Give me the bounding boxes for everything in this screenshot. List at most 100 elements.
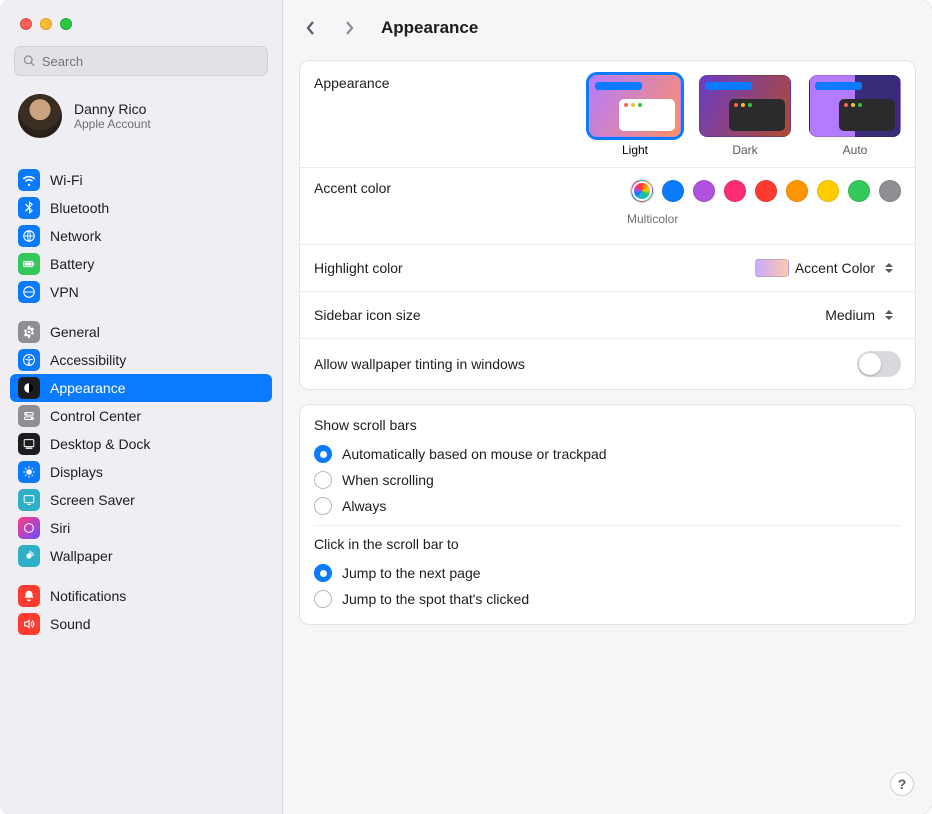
- sidebar-item-label: Appearance: [50, 380, 126, 396]
- forward-button[interactable]: [339, 18, 359, 38]
- wallpaper-tint-toggle[interactable]: [857, 351, 901, 377]
- scroll-bars-title: Show scroll bars: [314, 417, 901, 433]
- sidebar-item-general[interactable]: General: [10, 318, 272, 346]
- radio-label: Always: [342, 498, 386, 514]
- radio-label: Jump to the spot that's clicked: [342, 591, 529, 607]
- sidebar-item-appearance[interactable]: Appearance: [10, 374, 272, 402]
- wallpaper-tint-row: Allow wallpaper tinting in windows: [300, 338, 915, 389]
- auto-preview: [809, 75, 901, 137]
- sidebar-item-sound[interactable]: Sound: [10, 610, 272, 638]
- dark-preview: [699, 75, 791, 137]
- help-button[interactable]: ?: [890, 772, 914, 796]
- control-center-icon: [18, 405, 40, 427]
- sidebar-item-accessibility[interactable]: Accessibility: [10, 346, 272, 374]
- accent-purple[interactable]: [693, 180, 715, 202]
- scroll-bars-opt-when-scrolling[interactable]: When scrolling: [314, 467, 901, 493]
- radio-icon: [314, 564, 332, 582]
- sidebar-item-label: Accessibility: [50, 352, 126, 368]
- sidebar-item-wifi[interactable]: Wi-Fi: [10, 166, 272, 194]
- scroll-bars-opt-auto[interactable]: Automatically based on mouse or trackpad: [314, 441, 901, 467]
- accent-red[interactable]: [755, 180, 777, 202]
- minimize-window-button[interactable]: [40, 18, 52, 30]
- sidebar-item-label: Sound: [50, 616, 90, 632]
- appearance-option-auto[interactable]: Auto: [809, 75, 901, 157]
- chevron-up-down-icon: [881, 306, 897, 324]
- nav-arrows: [301, 18, 359, 38]
- sidebar-item-label: Desktop & Dock: [50, 436, 150, 452]
- accent-graphite[interactable]: [879, 180, 901, 202]
- sidebar-item-siri[interactable]: Siri: [10, 514, 272, 542]
- scroll-click-opt-next-page[interactable]: Jump to the next page: [314, 560, 901, 586]
- radio-icon: [314, 471, 332, 489]
- sidebar-group-system: General Accessibility Appearance Control…: [10, 318, 272, 570]
- scroll-bars-opt-always[interactable]: Always: [314, 493, 901, 519]
- sidebar-item-label: Screen Saver: [50, 492, 135, 508]
- highlight-color-select[interactable]: Accent Color: [747, 257, 901, 279]
- appearance-caption: Dark: [732, 143, 757, 157]
- page-title: Appearance: [381, 18, 478, 38]
- sidebar-item-label: Bluetooth: [50, 200, 109, 216]
- back-button[interactable]: [301, 18, 321, 38]
- screen-saver-icon: [18, 489, 40, 511]
- sidebar-group-alerts: Notifications Sound: [10, 582, 272, 638]
- bluetooth-icon: [18, 197, 40, 219]
- sidebar-item-displays[interactable]: Displays: [10, 458, 272, 486]
- sidebar-group-network: Wi-Fi Bluetooth Network Battery: [10, 166, 272, 306]
- search-input[interactable]: [42, 54, 259, 69]
- accent-orange[interactable]: [786, 180, 808, 202]
- user-sub: Apple Account: [74, 117, 151, 131]
- vpn-icon: [18, 281, 40, 303]
- siri-icon: [18, 517, 40, 539]
- search-field[interactable]: [14, 46, 268, 76]
- wallpaper-icon: [18, 545, 40, 567]
- appearance-option-light[interactable]: Light: [589, 75, 681, 157]
- sidebar-item-screen-saver[interactable]: Screen Saver: [10, 486, 272, 514]
- sidebar-item-vpn[interactable]: VPN: [10, 278, 272, 306]
- sidebar-item-battery[interactable]: Battery: [10, 250, 272, 278]
- avatar: [18, 94, 62, 138]
- sidebar-item-label: Network: [50, 228, 101, 244]
- accent-blue[interactable]: [662, 180, 684, 202]
- sidebar-item-control-center[interactable]: Control Center: [10, 402, 272, 430]
- accent-pink[interactable]: [724, 180, 746, 202]
- sidebar-item-label: Control Center: [50, 408, 141, 424]
- radio-icon: [314, 497, 332, 515]
- sidebar-item-label: Siri: [50, 520, 70, 536]
- chevron-up-down-icon: [881, 259, 897, 277]
- sidebar-item-label: VPN: [50, 284, 79, 300]
- scroll-bars-group: Show scroll bars Automatically based on …: [300, 405, 915, 624]
- sidebar-icon-size-select[interactable]: Medium: [817, 304, 901, 326]
- sidebar: Danny Rico Apple Account Wi-Fi Bluetooth: [0, 0, 283, 814]
- header: Appearance: [283, 0, 932, 46]
- sidebar-item-bluetooth[interactable]: Bluetooth: [10, 194, 272, 222]
- battery-icon: [18, 253, 40, 275]
- scroll-click-opt-spot[interactable]: Jump to the spot that's clicked: [314, 586, 901, 612]
- accessibility-icon: [18, 349, 40, 371]
- close-window-button[interactable]: [20, 18, 32, 30]
- accent-color-label: Accent color: [314, 180, 631, 196]
- divider: [314, 525, 901, 526]
- sidebar-item-label: Wi-Fi: [50, 172, 83, 188]
- accent-selected-caption: Multicolor: [627, 212, 678, 226]
- zoom-window-button[interactable]: [60, 18, 72, 30]
- highlight-color-row: Highlight color Accent Color: [300, 244, 915, 291]
- scroll-panel: Show scroll bars Automatically based on …: [299, 404, 916, 625]
- user-name: Danny Rico: [74, 101, 151, 117]
- sidebar-item-label: General: [50, 324, 100, 340]
- sidebar-item-label: Notifications: [50, 588, 126, 604]
- sidebar-item-wallpaper[interactable]: Wallpaper: [10, 542, 272, 570]
- sidebar-item-label: Wallpaper: [50, 548, 113, 564]
- accent-swatches: Multicolor: [631, 180, 901, 226]
- sidebar-item-network[interactable]: Network: [10, 222, 272, 250]
- content: Appearance Light Dark: [283, 46, 932, 641]
- accent-multicolor[interactable]: [631, 180, 653, 202]
- apple-account-row[interactable]: Danny Rico Apple Account: [0, 86, 282, 152]
- accent-yellow[interactable]: [817, 180, 839, 202]
- search-container: [14, 46, 268, 76]
- sidebar-item-notifications[interactable]: Notifications: [10, 582, 272, 610]
- sound-icon: [18, 613, 40, 635]
- appearance-option-dark[interactable]: Dark: [699, 75, 791, 157]
- accent-green[interactable]: [848, 180, 870, 202]
- search-icon: [23, 54, 36, 68]
- sidebar-item-desktop-dock[interactable]: Desktop & Dock: [10, 430, 272, 458]
